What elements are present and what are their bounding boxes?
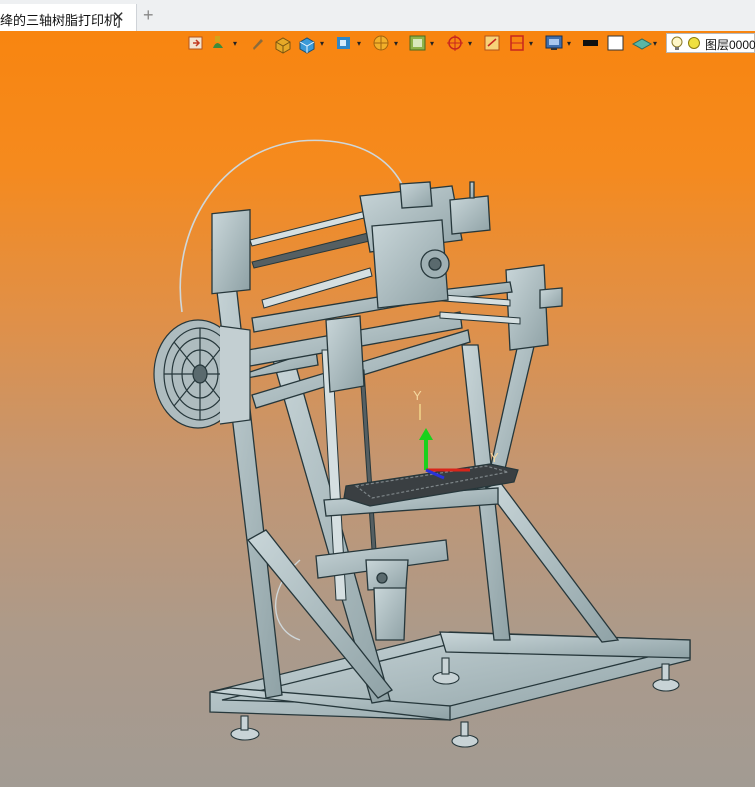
triad-y-label: Y — [413, 388, 422, 403]
triad-z-label: Y — [490, 450, 499, 465]
printer-model-render: Y Y — [153, 139, 691, 748]
filament-spool — [153, 319, 251, 429]
